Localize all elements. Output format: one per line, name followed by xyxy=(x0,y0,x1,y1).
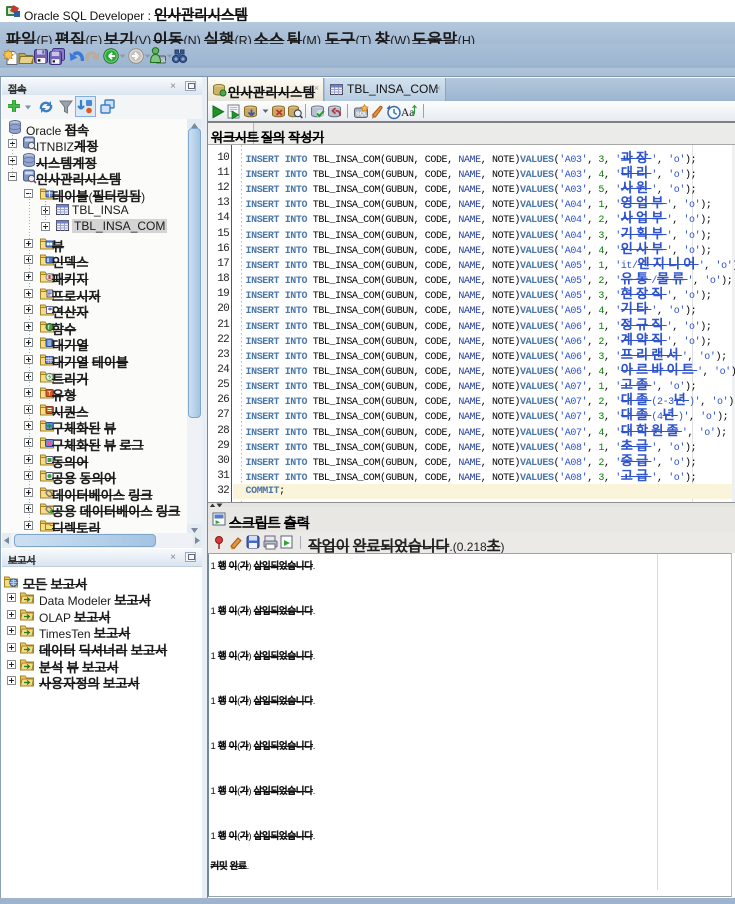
svg-text:Aa: Aa xyxy=(401,107,414,119)
svg-text:SQL: SQL xyxy=(356,112,368,118)
svg-text:T: T xyxy=(48,392,52,398)
